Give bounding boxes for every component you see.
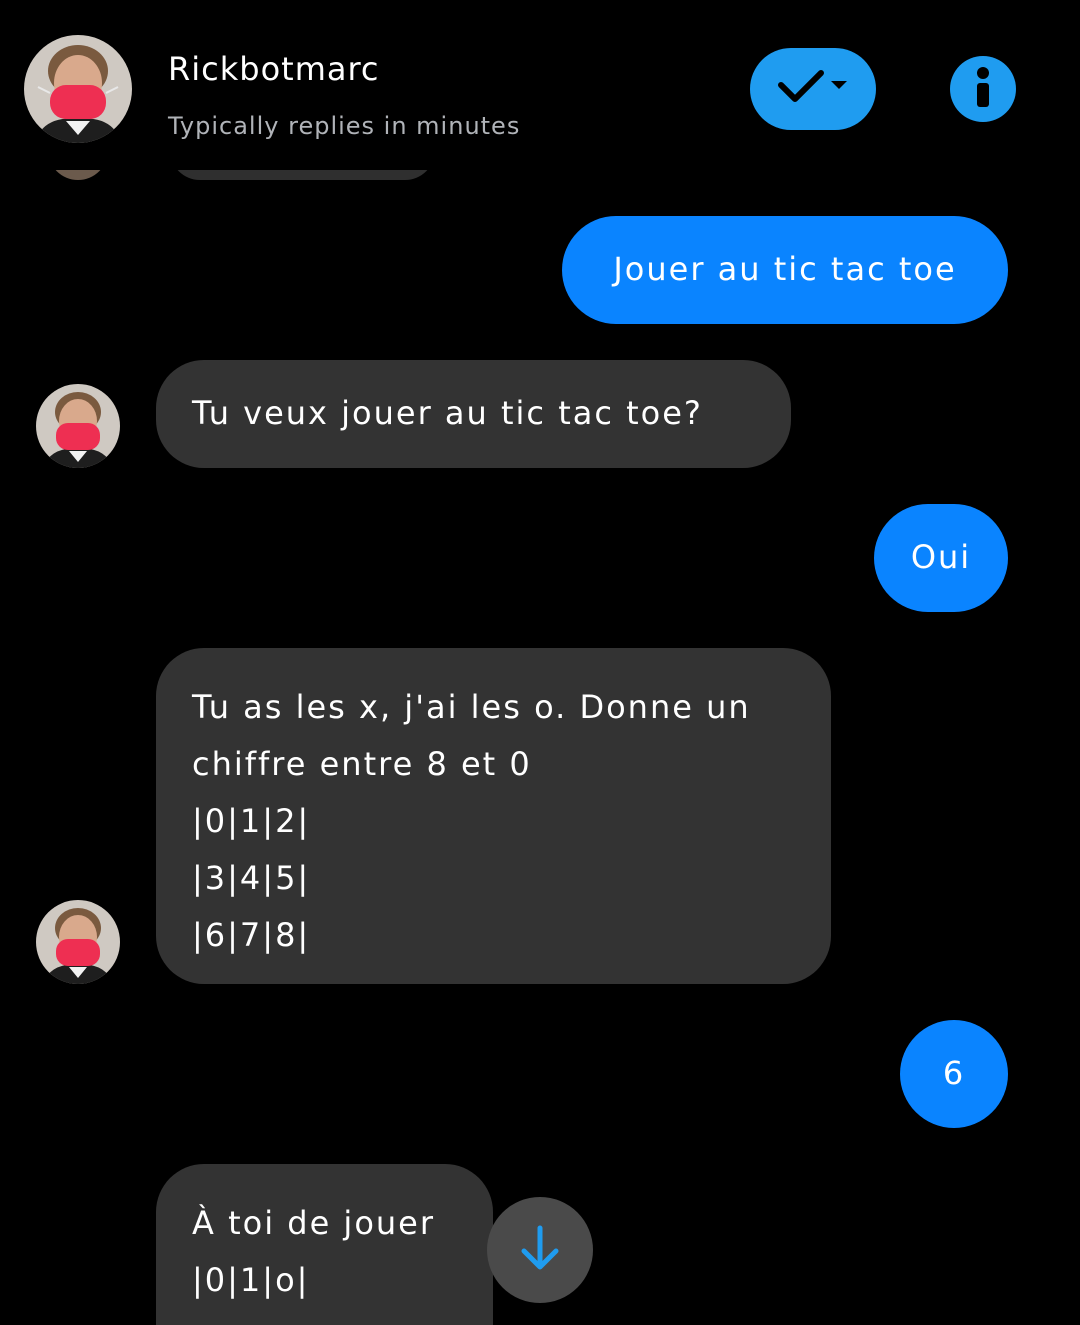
info-icon: [950, 54, 1016, 124]
message-text: Jouer au tic tac toe: [613, 250, 957, 288]
status-dropdown-button[interactable]: [750, 48, 876, 130]
message-bubble-incoming[interactable]: Tu as les x, j'ai les o. Donne un chiffr…: [156, 648, 831, 984]
scroll-to-bottom-button[interactable]: [487, 1197, 593, 1303]
message-text-line: |0|1|2|: [192, 802, 311, 840]
chat-header: Rickbotmarc Typically replies in minutes: [0, 0, 1080, 170]
check-icon: [773, 67, 853, 111]
message-text-line: À toi de jouer: [192, 1204, 436, 1242]
arrow-down-icon: [518, 1224, 562, 1276]
message-bubble-outgoing[interactable]: Jouer au tic tac toe: [562, 216, 1008, 324]
contact-status: Typically replies in minutes: [168, 112, 521, 140]
message-text: 6: [942, 1054, 966, 1092]
avatar[interactable]: [24, 35, 132, 143]
message-bubble-outgoing[interactable]: Oui: [874, 504, 1008, 612]
avatar[interactable]: [36, 900, 120, 984]
message-text-line: |3|4|5|: [192, 859, 311, 897]
message-bubble-incoming[interactable]: À toi de jouer |0|1|o|: [156, 1164, 493, 1325]
message-text-line: |0|1|o|: [192, 1261, 310, 1299]
avatar[interactable]: [36, 384, 120, 468]
message-bubble-outgoing[interactable]: 6: [900, 1020, 1008, 1128]
message-bubble-incoming[interactable]: Tu veux jouer au tic tac toe?: [156, 360, 791, 468]
message-text-line: Tu as les x, j'ai les o. Donne un: [192, 688, 751, 726]
info-button[interactable]: [950, 56, 1016, 122]
message-text: Oui: [910, 538, 972, 576]
message-text-line: |6|7|8|: [192, 916, 311, 954]
message-text-line: chiffre entre 8 et 0: [192, 745, 532, 783]
contact-name: Rickbotmarc: [168, 50, 380, 88]
message-text: Tu veux jouer au tic tac toe?: [192, 394, 703, 432]
